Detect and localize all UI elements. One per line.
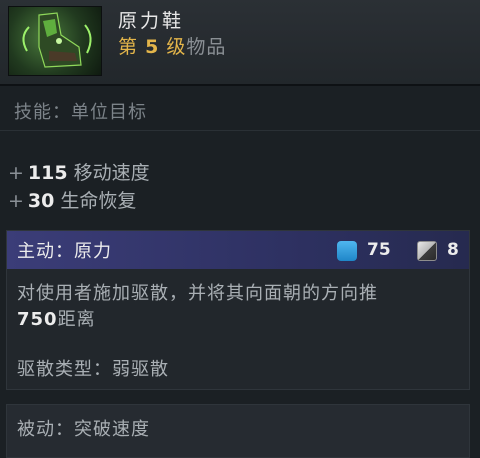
item-tier: 第 5 级物品 — [118, 32, 226, 59]
cooldown-icon — [417, 241, 437, 261]
stat-sign: + — [8, 190, 24, 212]
tier-number: 5 — [145, 36, 160, 58]
stat-health-regen: +30 生命恢复 — [8, 186, 136, 213]
dispel-type: 驱散类型：弱驱散 — [17, 359, 169, 380]
description-text: 对使用者施加驱散，并将其向面朝的方向推 — [17, 283, 378, 304]
active-ability-section: 主动：原力 75 8 对使用者施加驱散，并将其向面朝的方向推 750距离 驱散类… — [6, 230, 470, 390]
ability-behavior: 技能：单位目标 — [14, 102, 147, 123]
mana-cost: 75 — [367, 240, 391, 260]
item-tooltip: 原力鞋 第 5 级物品 技能：单位目标 +115 移动速度 +30 生命恢复 主动：… — [0, 0, 480, 458]
active-ability-title: 主动：原力 — [17, 241, 112, 262]
stat-label: 移动速度 — [73, 162, 150, 184]
passive-ability-section: 被动：突破速度 — [6, 404, 470, 458]
tooltip-header: 原力鞋 第 5 级物品 — [0, 0, 480, 84]
active-ability-header: 主动：原力 75 8 — [7, 231, 469, 269]
behavior-divider — [0, 130, 480, 131]
tier-prefix: 第 — [118, 36, 139, 58]
tier-category: 物品 — [186, 36, 227, 58]
tier-suffix: 级 — [166, 36, 187, 58]
item-name: 原力鞋 — [118, 10, 185, 32]
description-value: 750 — [17, 309, 58, 330]
active-ability-description: 对使用者施加驱散，并将其向面朝的方向推 750距离 — [17, 281, 457, 333]
stat-value: 30 — [27, 190, 55, 212]
cooldown-value: 8 — [447, 240, 459, 260]
mana-icon — [337, 241, 357, 261]
stat-label: 生命恢复 — [60, 190, 137, 212]
stat-value: 115 — [27, 162, 68, 184]
stat-sign: + — [8, 162, 24, 184]
header-divider — [0, 84, 480, 86]
stat-move-speed: +115 移动速度 — [8, 158, 150, 185]
description-suffix: 距离 — [57, 309, 96, 330]
force-boots-icon — [8, 6, 102, 76]
passive-ability-title: 被动：突破速度 — [17, 419, 150, 440]
